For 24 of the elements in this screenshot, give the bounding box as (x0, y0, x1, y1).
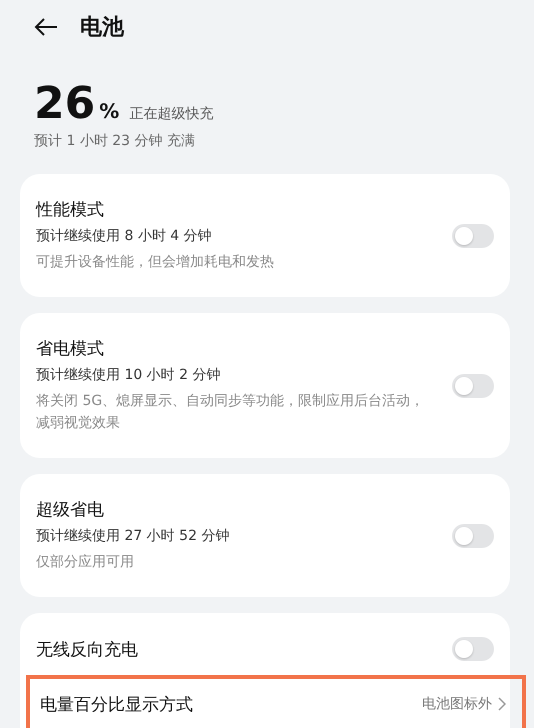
chevron-right-icon (498, 697, 506, 711)
back-arrow-icon[interactable] (34, 18, 58, 36)
usage-estimate: 预计继续使用 27 小时 52 分钟 (36, 527, 230, 545)
toggle-switch[interactable] (452, 524, 494, 548)
percent-sign: % (99, 99, 120, 123)
highlight-frame[interactable]: 电量百分比显示方式 电池图标外 (26, 675, 526, 728)
setting-description: 仅部分应用可用 (36, 553, 135, 572)
setting-description: 可提升设备性能，但会增加耗电和发热 (36, 253, 275, 272)
setting-title: 性能模式 (36, 199, 105, 221)
toggle-switch[interactable] (452, 224, 494, 248)
usage-estimate: 预计继续使用 8 小时 4 分钟 (36, 227, 213, 245)
setting-title: 超级省电 (36, 499, 105, 521)
setting-value: 电池图标外 (422, 695, 492, 713)
battery-percent: 26 (34, 82, 96, 126)
setting-title: 电量百分比显示方式 (40, 694, 194, 716)
page-title: 电池 (80, 14, 124, 42)
toggle-switch[interactable] (452, 374, 494, 398)
setting-title: 省电模式 (36, 338, 105, 360)
charging-status: 正在超级快充 (129, 105, 214, 123)
toggle-switch[interactable] (452, 637, 494, 661)
usage-estimate: 预计继续使用 10 小时 2 分钟 (36, 366, 222, 384)
charge-estimate: 预计 1 小时 23 分钟 充满 (34, 132, 196, 150)
setting-title: 无线反向充电 (36, 638, 139, 660)
setting-description: 将关闭 5G、熄屏显示、自动同步等功能，限制应用后台活动，减弱视觉效果 (36, 392, 426, 433)
